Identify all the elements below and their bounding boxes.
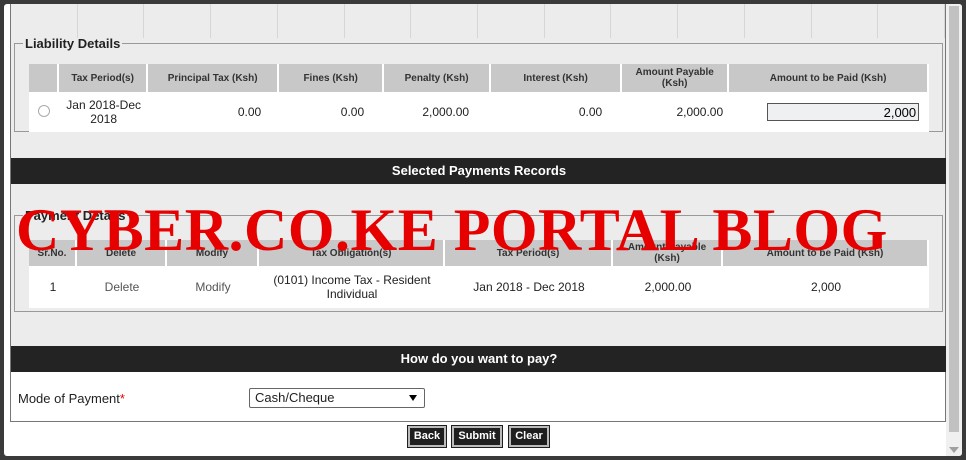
table-row: Jan 2018-Dec 2018 0.00 0.00 2,000.00 0.0… [29, 92, 929, 132]
mode-of-payment-value: Cash/Cheque [255, 390, 335, 405]
table-row: 1 Delete Modify (0101) Income Tax - Resi… [29, 266, 929, 308]
submit-button[interactable]: Submit [451, 425, 503, 448]
row-sr-no: 1 [29, 266, 77, 308]
row-tax-obligation: (0101) Income Tax - Resident Individual [259, 266, 445, 308]
row-select-cell [29, 92, 60, 132]
mode-of-payment-row: Mode of Payment* Cash/Cheque [11, 372, 945, 421]
amount-to-pay-input[interactable] [767, 103, 920, 121]
watermark-text: CYBER.CO.KE PORTAL BLOG [16, 197, 888, 263]
selected-payments-bar: Selected Payments Records [11, 158, 947, 184]
col-fines: Fines (Ksh) [279, 64, 385, 92]
row-amount-to-pay: 2,000 [723, 266, 929, 308]
col-interest: Interest (Ksh) [491, 64, 623, 92]
row-tax-period: Jan 2018-Dec 2018 [59, 92, 149, 132]
row-amount-payable: 2,000.00 [622, 92, 730, 132]
row-tax-period: Jan 2018 - Dec 2018 [445, 266, 613, 308]
mode-of-payment-label: Mode of Payment* [18, 391, 125, 406]
scrollbar-thumb[interactable] [949, 6, 959, 432]
row-amount-payable: 2,000.00 [613, 266, 723, 308]
how-to-pay-bar: How do you want to pay? [11, 346, 947, 372]
row-interest: 0.00 [491, 92, 623, 132]
col-tax-period: Tax Period(s) [59, 64, 149, 92]
col-penalty: Penalty (Ksh) [384, 64, 492, 92]
liability-details-fieldset: Liability Details Tax Period(s) Principa… [14, 36, 943, 132]
mode-of-payment-select[interactable]: Cash/Cheque [249, 388, 425, 408]
delete-link[interactable]: Delete [77, 266, 167, 308]
modify-link[interactable]: Modify [167, 266, 259, 308]
col-principal-tax: Principal Tax (Ksh) [148, 64, 280, 92]
row-amount-to-pay-cell [729, 92, 929, 132]
row-penalty: 2,000.00 [384, 92, 492, 132]
vertical-scrollbar[interactable] [946, 4, 962, 456]
back-button[interactable]: Back [407, 425, 447, 448]
row-fines: 0.00 [279, 92, 385, 132]
col-amount-payable: Amount Payable (Ksh) [622, 64, 730, 92]
row-radio[interactable] [38, 104, 51, 117]
liability-details-legend: Liability Details [25, 36, 121, 51]
select-column-header [29, 64, 60, 92]
chevron-down-icon [409, 395, 417, 401]
row-principal-tax: 0.00 [148, 92, 280, 132]
scroll-down-arrow-icon[interactable] [949, 447, 959, 453]
top-grid [11, 4, 946, 38]
clear-button[interactable]: Clear [508, 425, 550, 448]
liability-table: Tax Period(s) Principal Tax (Ksh) Fines … [29, 64, 929, 132]
col-amount-to-pay: Amount to be Paid (Ksh) [729, 64, 929, 92]
page-frame: Liability Details Tax Period(s) Principa… [4, 4, 962, 456]
required-marker: * [119, 391, 125, 406]
